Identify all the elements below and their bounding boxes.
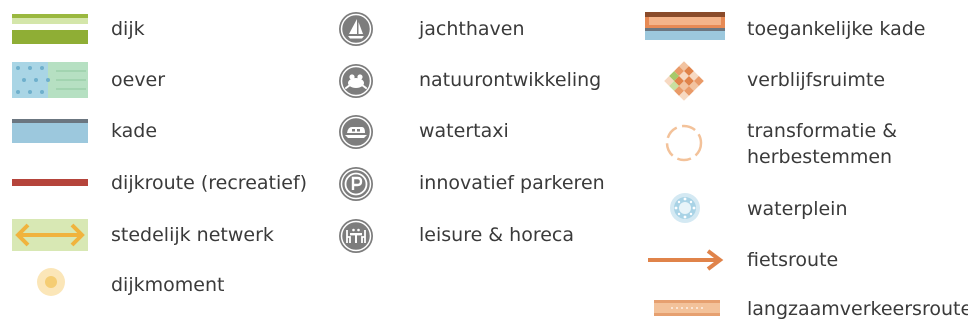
riverbank-pattern-icon [12, 62, 88, 98]
legend-label-toegankelijke-kade: toegankelijke kade [747, 18, 926, 40]
urban-network-arrow-icon [12, 219, 88, 251]
legend-label-fietsroute: fietsroute [747, 249, 839, 271]
legend: dijk oever kade dijkroute (recreatief) s… [0, 0, 968, 324]
legend-label-langzaamverkeersroute: langzaamverkeersroute [747, 298, 968, 320]
frog-icon [338, 63, 374, 99]
legend-label-natuurontwikkeling: natuurontwikkeling [419, 69, 602, 91]
legend-label-dijkmoment: dijkmoment [111, 274, 225, 296]
legend-label-waterplein: waterplein [747, 198, 848, 220]
legend-label-stedelijk-netwerk: stedelijk netwerk [111, 224, 274, 246]
transformation-circle-icon [664, 123, 704, 163]
bike-route-arrow-icon [648, 249, 724, 271]
slow-traffic-route-icon [654, 300, 720, 316]
water-taxi-icon [338, 114, 374, 150]
sailboat-icon [338, 11, 374, 47]
legend-label-watertaxi: watertaxi [419, 120, 509, 142]
parking-icon [338, 166, 374, 202]
dike-route-line-icon [12, 179, 88, 187]
legend-label-dijkroute: dijkroute (recreatief) [111, 172, 308, 194]
dining-table-icon [338, 218, 374, 254]
legend-label-kade: kade [111, 120, 158, 142]
dike-band-icon [12, 14, 88, 44]
dike-moment-dot-icon [36, 267, 66, 297]
water-square-icon [669, 192, 701, 224]
legend-label-innovatief-parkeren: innovatief parkeren [419, 172, 605, 194]
legend-label-jachthaven: jachthaven [419, 18, 525, 40]
quay-band-icon [12, 119, 88, 143]
legend-label-transformatie-herbestemmen: transformatie & herbestemmen [747, 120, 898, 168]
accessible-quay-icon [645, 12, 725, 40]
stay-space-mosaic-icon [660, 57, 708, 105]
legend-label-oever: oever [111, 69, 166, 91]
legend-label-dijk: dijk [111, 18, 145, 40]
legend-label-verblijfsruimte: verblijfsruimte [747, 69, 886, 91]
legend-label-leisure-horeca: leisure & horeca [419, 224, 575, 246]
